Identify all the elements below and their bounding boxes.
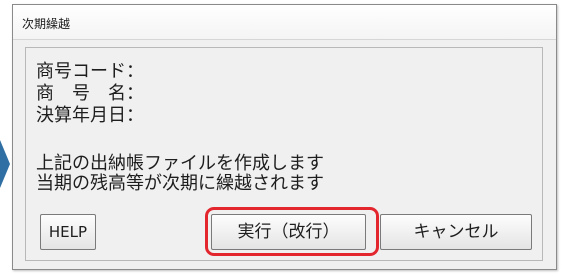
message-line-2: 当期の残高等が次期に繰越されます: [36, 173, 324, 194]
message-line-1: 上記の出納帳ファイルを作成します: [36, 153, 324, 174]
cancel-button[interactable]: キャンセル: [380, 214, 532, 250]
execute-button-highlight: [205, 207, 379, 256]
company-name-label: 商 号 名：: [36, 83, 144, 104]
pointer-arrow-icon: [0, 140, 10, 188]
screen: 次期繰越 商号コード： 商 号 名： 決算年月日： 上記の出納帳ファイルを作成し…: [0, 0, 562, 276]
fiscal-date-label: 決算年月日：: [36, 105, 144, 126]
title-bar[interactable]: 次期繰越: [13, 5, 556, 40]
company-code-label: 商号コード：: [36, 61, 144, 82]
dialog-title: 次期繰越: [22, 17, 71, 31]
help-button[interactable]: HELP: [40, 214, 96, 250]
